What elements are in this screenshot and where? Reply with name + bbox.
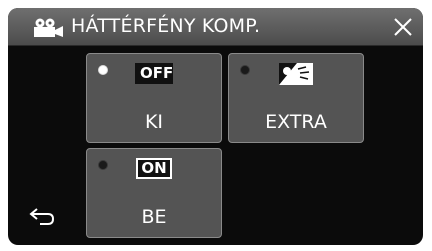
option-label: BE [141,206,167,228]
option-be-button[interactable]: ON BE [86,148,222,238]
off-badge-icon: OFF [135,63,173,84]
unselected-indicator-dot [240,65,250,75]
page-title: HÁTTÉRFÉNY KOMP. [71,15,261,37]
close-icon[interactable] [390,14,416,40]
video-camera-icon [34,18,63,37]
option-ki-button[interactable]: OFF KI [86,53,222,143]
selected-indicator-dot [98,65,108,75]
back-arrow-icon[interactable] [28,205,56,227]
menu-screen: HÁTTÉRFÉNY KOMP. OFF KI EXTRA ON BE [8,8,423,245]
on-badge-icon: ON [136,158,172,179]
option-label: EXTRA [265,111,327,133]
header-bar: HÁTTÉRFÉNY KOMP. [8,8,423,46]
option-label: KI [144,111,164,133]
backlight-extra-icon [279,63,313,85]
option-extra-button[interactable]: EXTRA [228,53,364,143]
unselected-indicator-dot [98,160,108,170]
